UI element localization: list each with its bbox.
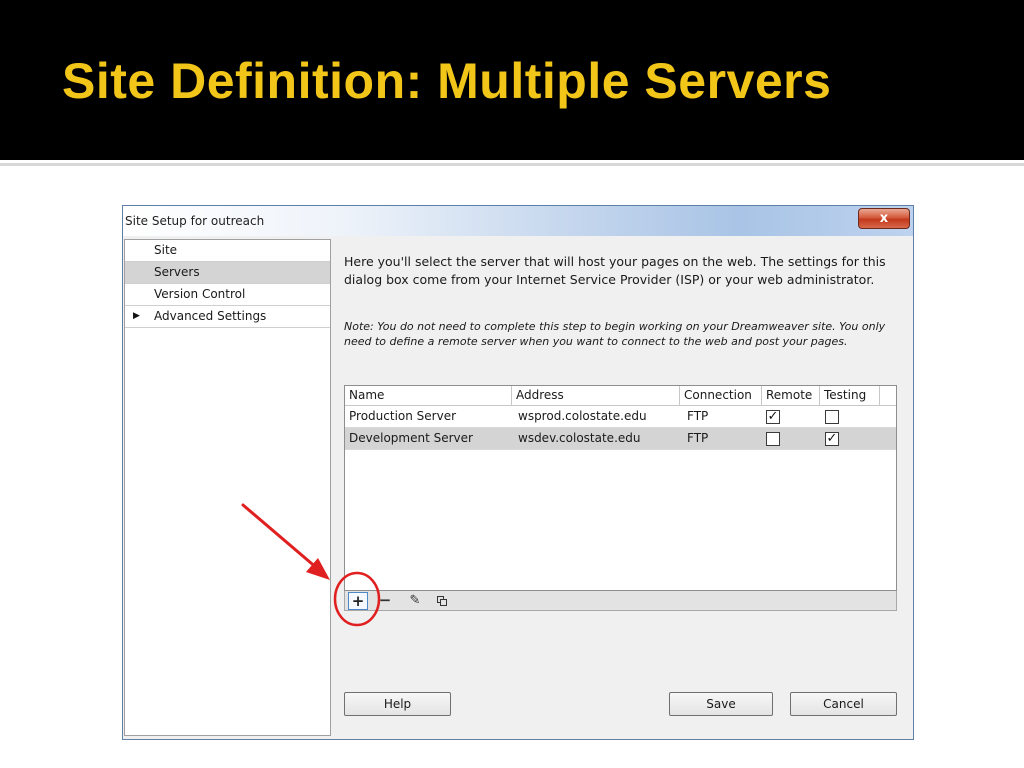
minus-icon: − [378, 591, 392, 609]
cell-connection: FTP [687, 409, 709, 423]
edit-server-button[interactable]: ✎ [405, 592, 425, 610]
cell-address: wsprod.colostate.edu [518, 409, 647, 423]
testing-checkbox[interactable]: ✓ [825, 432, 839, 446]
nav-item-label: Version Control [154, 287, 246, 301]
cell-connection: FTP [687, 431, 709, 445]
table-header: Name Address Connection Remote Testing [345, 386, 896, 406]
remote-checkbox[interactable] [766, 432, 780, 446]
site-setup-dialog: Site Setup for outreach x Site Servers V… [122, 205, 914, 740]
cell-name: Development Server [349, 431, 473, 445]
duplicate-icon [437, 596, 447, 606]
dialog-title: Site Setup for outreach [125, 214, 265, 228]
testing-checkbox[interactable] [825, 410, 839, 424]
nav-item-advanced-settings[interactable]: ▶ Advanced Settings [125, 306, 330, 328]
cell-name: Production Server [349, 409, 457, 423]
slide-title: Site Definition: Multiple Servers [62, 53, 832, 109]
cell-address: wsdev.colostate.edu [518, 431, 641, 445]
column-header-testing[interactable]: Testing [820, 386, 880, 406]
slide-header: Site Definition: Multiple Servers [0, 0, 1024, 160]
plus-icon: + [351, 592, 365, 610]
nav-item-label: Servers [154, 265, 200, 279]
servers-panel: Here you'll select the server that will … [332, 239, 910, 736]
column-header-address[interactable]: Address [512, 386, 680, 406]
save-button[interactable]: Save [669, 692, 773, 716]
category-nav: Site Servers Version Control ▶ Advanced … [124, 239, 331, 736]
nav-item-label: Site [154, 243, 178, 257]
duplicate-server-button[interactable] [432, 592, 452, 610]
column-header-remote[interactable]: Remote [762, 386, 820, 406]
intro-text: Here you'll select the server that will … [344, 254, 886, 287]
add-server-button[interactable]: + [348, 592, 368, 610]
column-header-connection[interactable]: Connection [680, 386, 762, 406]
nav-item-servers[interactable]: Servers [125, 262, 330, 284]
dialog-body: Site Servers Version Control ▶ Advanced … [123, 236, 913, 739]
server-list-toolbar: + − ✎ [344, 591, 897, 611]
nav-item-label: Advanced Settings [154, 309, 267, 323]
note-text: Note: You do not need to complete this s… [344, 320, 886, 348]
remote-checkbox[interactable]: ✓ [766, 410, 780, 424]
pencil-icon: ✎ [409, 593, 421, 608]
header-divider [0, 163, 1024, 166]
cancel-button[interactable]: Cancel [790, 692, 897, 716]
remove-server-button[interactable]: − [375, 592, 395, 610]
nav-item-version-control[interactable]: Version Control [125, 284, 330, 306]
table-row[interactable]: Production Server wsprod.colostate.edu F… [345, 406, 896, 428]
close-icon: x [879, 211, 889, 226]
nav-item-site[interactable]: Site [125, 240, 330, 262]
expand-arrow-icon[interactable]: ▶ [133, 306, 140, 327]
help-button[interactable]: Help [344, 692, 451, 716]
column-header-name[interactable]: Name [345, 386, 512, 406]
table-row[interactable]: Development Server wsdev.colostate.edu F… [345, 428, 896, 450]
close-button[interactable]: x [858, 208, 910, 229]
dialog-titlebar[interactable]: Site Setup for outreach x [123, 206, 913, 236]
server-table: Name Address Connection Remote Testing P… [344, 385, 897, 591]
